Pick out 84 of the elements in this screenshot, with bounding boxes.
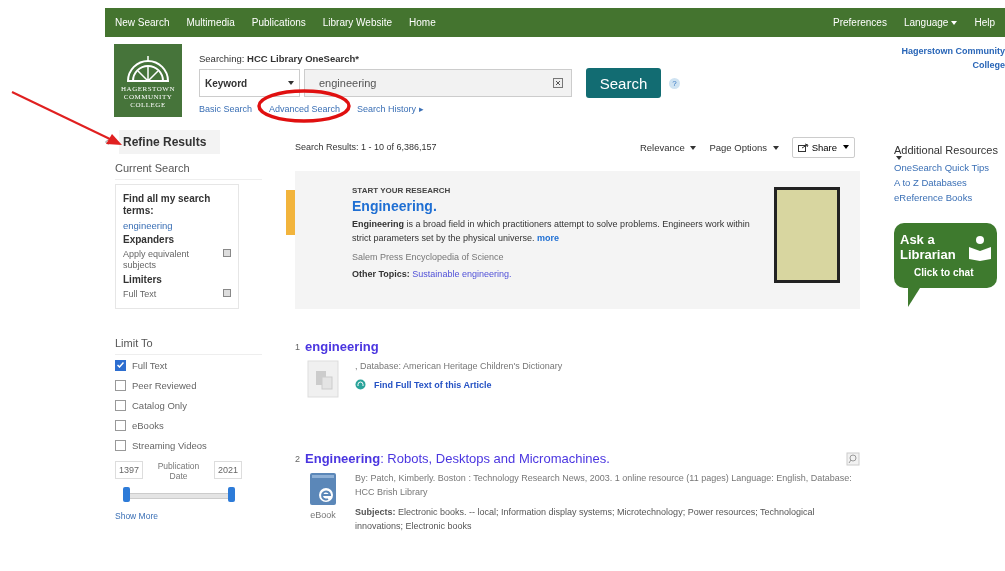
reader-icon: [968, 235, 992, 261]
applied-filter: Full Text: [123, 289, 158, 300]
searching-label: Searching: HCC Library OneSearch*: [199, 53, 360, 64]
ribbon-icon: [286, 190, 295, 235]
checkbox[interactable]: [115, 359, 126, 371]
caret-icon[interactable]: [288, 81, 294, 85]
search-field[interactable]: engineering: [304, 69, 572, 97]
field-dropdown[interactable]: Keyword: [199, 69, 300, 97]
remove-icon[interactable]: [223, 289, 231, 297]
applied-filter: Apply equivalent subjects: [123, 249, 191, 271]
checkbox-label[interactable]: eBooks: [132, 419, 164, 431]
topics-label: Other Topics:: [352, 269, 410, 279]
result-title-link[interactable]: engineering: [305, 339, 379, 354]
nav-link[interactable]: Home: [409, 17, 436, 28]
share-button[interactable]: Share: [791, 136, 855, 158]
section-heading[interactable]: Current Search: [115, 154, 262, 180]
resource-link[interactable]: eReference Books: [894, 190, 1005, 205]
result-meta: By: Patch, Kimberly. Boston : Technology Research News, 2003. 1 online resource (11 pages) Language: English, Database: HCC Brish Library: [355, 472, 853, 499]
card-title-link[interactable]: Engineering.: [352, 198, 774, 214]
search-term-link[interactable]: engineering: [123, 220, 231, 231]
section-heading[interactable]: Limit To: [115, 329, 262, 355]
preview-icon[interactable]: [846, 451, 860, 466]
checkbox[interactable]: [115, 399, 126, 411]
nav-link[interactable]: Help: [974, 17, 995, 28]
show-more-link[interactable]: Show More: [115, 511, 262, 521]
chat-button[interactable]: Ask a Librarian Click to chat: [894, 223, 997, 288]
date-range-slider[interactable]: [123, 487, 235, 503]
resource-link[interactable]: A to Z Databases: [894, 175, 1005, 190]
full-text-link[interactable]: Find Full Text of this Article: [355, 379, 860, 390]
nav-link[interactable]: Multimedia: [186, 17, 235, 28]
type-label: eBook: [310, 510, 336, 520]
facet-heading: Limiters: [123, 274, 163, 286]
page-options-dropdown[interactable]: Page Options: [709, 141, 779, 153]
resource-link[interactable]: OneSearch Quick Tips: [894, 160, 1005, 175]
search-link[interactable]: Basic Search: [199, 104, 253, 114]
collapse-icon[interactable]: [105, 139, 109, 145]
book-cover-placeholder[interactable]: [774, 187, 840, 283]
checkbox-label[interactable]: Catalog Only: [132, 399, 187, 411]
date-label: Publication Date: [156, 461, 201, 481]
search-link[interactable]: Search History ▸: [357, 104, 424, 114]
search-link[interactable]: Advanced Search: [269, 104, 341, 114]
nav-link[interactable]: Preferences: [833, 17, 887, 28]
sidebar-title: Refine Results: [119, 130, 221, 154]
result-number: 1: [295, 341, 300, 352]
result-title-link[interactable]: Engineering: Robots, Desktops and Micromachines.: [305, 451, 610, 466]
caret-icon[interactable]: [896, 156, 902, 160]
facet-heading: Find all my search terms:: [123, 193, 212, 217]
nav-link[interactable]: Language: [903, 17, 958, 28]
ebook-icon: [308, 471, 338, 507]
clear-icon[interactable]: [553, 78, 563, 88]
card-eyebrow: START YOUR RESEARCH: [352, 186, 452, 195]
caret-icon[interactable]: [690, 146, 697, 150]
document-icon: [306, 359, 340, 399]
facet-heading: Expanders: [123, 234, 176, 246]
checkbox[interactable]: [115, 419, 126, 431]
caret-icon[interactable]: [843, 145, 849, 149]
checkbox-label[interactable]: Peer Reviewed: [132, 379, 197, 391]
result-subjects: Subjects: Electronic books. -- local; Information display systems; Microtechnology; Power resources; Technological innovations; Electronic books: [355, 506, 816, 533]
search-button[interactable]: Search: [586, 68, 661, 98]
checkbox-label[interactable]: Full Text: [132, 359, 168, 371]
remove-icon[interactable]: [223, 249, 231, 257]
nav-link[interactable]: Library Website: [322, 17, 393, 28]
date-to-field[interactable]: 2021: [213, 461, 242, 479]
checkbox[interactable]: [115, 439, 126, 451]
help-icon[interactable]: ?: [669, 77, 680, 89]
topic-link[interactable]: Sustainable engineering.: [412, 269, 512, 279]
result-number: 2: [295, 453, 300, 464]
sort-dropdown[interactable]: Relevance: [639, 141, 697, 153]
resources-heading[interactable]: Additional Resources: [894, 144, 1005, 156]
result-meta: , Database: American Heritage Children's Dictionary: [355, 360, 564, 373]
date-from-field[interactable]: 1397: [115, 461, 144, 479]
institution-link[interactable]: Hagerstown Community College: [897, 44, 1005, 72]
card-description: Engineering is a broad field in which practitioners attempt to solve problems. Engineers work within strict parameters set by the physical universe. more: [352, 218, 751, 245]
checkbox[interactable]: [115, 379, 126, 391]
nav-link[interactable]: Publications: [251, 17, 306, 28]
caret-icon[interactable]: [772, 146, 779, 150]
nav-link[interactable]: New Search: [115, 17, 170, 28]
share-icon: [797, 142, 809, 152]
checkbox-label[interactable]: Streaming Videos: [132, 439, 207, 451]
speech-bubble-tail: [908, 288, 920, 307]
result-count: Search Results: 1 - 10 of 6,386,157: [295, 142, 437, 152]
headphones-icon: [355, 379, 366, 390]
more-link[interactable]: more: [537, 233, 560, 243]
card-source: Salem Press Encyclopedia of Science: [352, 252, 505, 262]
